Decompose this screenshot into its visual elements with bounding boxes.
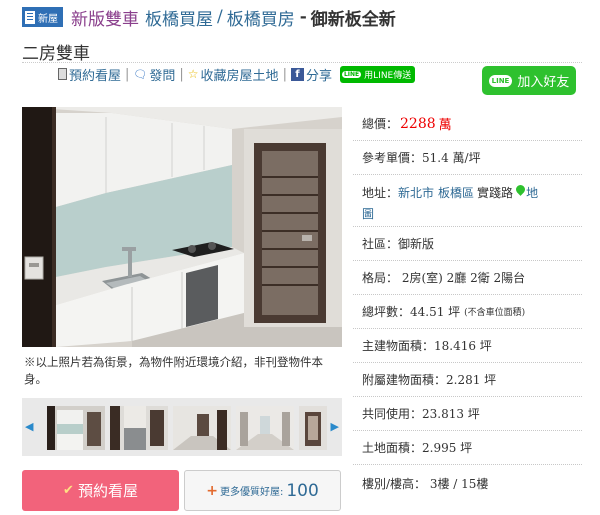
spec-total-area: 總坪數：44.51 坪 (不含車位面積): [353, 295, 582, 329]
spec-land-area: 土地面積：2.995 坪: [353, 431, 582, 465]
thumbnail[interactable]: [173, 406, 231, 450]
map-link[interactable]: 地: [526, 185, 538, 202]
total-area-label: 總坪數：44.51 坪: [362, 305, 461, 319]
listing-title: 新屋 新版雙車 板橋買屋 / 板橋買房 - 御新板全新 二房雙車: [22, 5, 582, 64]
address-road: 實踐路: [477, 186, 514, 200]
thumbnail-strip: ◀ ▶: [22, 398, 342, 456]
line-share-button[interactable]: LINE 用LINE傳送: [339, 65, 416, 83]
spec-price: 總價： 2288 萬: [353, 107, 582, 141]
main-photo[interactable]: [22, 107, 342, 347]
spec-layout: 格局： 2房(室) 2廳 2衛 2陽台: [353, 261, 582, 295]
thumbnail-image: [173, 406, 231, 450]
title-name-part2: 二房雙車: [22, 44, 90, 64]
thumbnail-image: [110, 406, 168, 450]
thumbnail[interactable]: [299, 406, 327, 450]
title-link-buy-house[interactable]: 板橋買屋: [145, 5, 213, 30]
plus-icon: +: [206, 482, 218, 499]
action-separator: |: [179, 66, 184, 82]
book-viewing-label: 預約看屋: [77, 482, 138, 500]
more-listings-button[interactable]: + 更多優質好屋: 100: [184, 470, 341, 511]
more-listings-count: 100: [286, 480, 319, 501]
favorite-label: 收藏房屋土地: [200, 68, 279, 84]
title-separator: /: [217, 7, 223, 27]
book-viewing-button[interactable]: ✔ 預約看屋: [22, 470, 179, 511]
line-add-friend-button[interactable]: LINE 加入好友: [482, 66, 576, 95]
book-icon: [58, 68, 67, 80]
price-unit: 萬: [438, 118, 452, 133]
map-link-cont[interactable]: 圖: [362, 206, 582, 223]
title-name-part1: 御新板全新: [310, 9, 396, 30]
map-pin-icon[interactable]: [514, 183, 527, 196]
new-badge-label: 新屋: [38, 13, 58, 25]
action-links: 預約看屋 | 🗨 發問 | ☆ 收藏房屋土地 | f 分享 LINE 用LINE…: [58, 64, 416, 84]
title-region: 新版雙車: [71, 9, 139, 30]
thumbnail[interactable]: [47, 406, 105, 450]
line-share-label: 用LINE傳送: [364, 70, 412, 81]
total-area-note: (不含車位面積): [464, 308, 526, 318]
address-district-link[interactable]: 板橋區: [438, 185, 474, 202]
building-icon: [25, 10, 35, 24]
action-separator: |: [125, 66, 130, 82]
checkmark-icon: ✔: [63, 483, 74, 498]
facebook-share-link[interactable]: f 分享: [290, 65, 332, 84]
thumbnail-image: [236, 406, 294, 450]
new-badge: 新屋: [22, 7, 63, 27]
facebook-icon: f: [290, 67, 304, 81]
spec-attached-area: 附屬建物面積：2.281 坪: [353, 363, 582, 397]
thumbnail[interactable]: [236, 406, 294, 450]
book-view-label: 預約看屋: [69, 68, 122, 84]
ask-label: 發問: [149, 68, 176, 84]
kitchen-photo: [22, 107, 342, 347]
add-friend-label: 加入好友: [517, 75, 570, 90]
address-label: 地址：: [362, 186, 399, 200]
title-dash: -: [299, 7, 307, 27]
price-value: 2288: [400, 115, 436, 132]
price-label: 總價：: [362, 117, 399, 131]
title-divider: [22, 62, 582, 63]
address-city-link[interactable]: 新北市: [398, 185, 434, 202]
spec-main-area: 主建物面積：18.416 坪: [353, 329, 582, 363]
action-separator: |: [282, 66, 287, 82]
book-view-link[interactable]: 預約看屋: [58, 65, 121, 84]
spec-address: 地址： 新北市 板橋區 實踐路 地 圖: [353, 175, 582, 227]
photo-caption: ※以上照片若為街景，為物件附近環境介紹，非刊登物件本身。: [24, 355, 323, 386]
favorite-link[interactable]: ☆ 收藏房屋土地: [188, 65, 279, 84]
line-logo-icon: LINE: [341, 70, 362, 78]
spec-community: 社區：御新版: [353, 227, 582, 261]
star-icon: ☆: [187, 67, 199, 81]
thumbnail-image: [299, 406, 327, 450]
more-listings-label: 更多優質好屋:: [219, 487, 284, 498]
title-link-buy-home[interactable]: 板橋買房: [227, 5, 295, 30]
arrow-left-icon[interactable]: ◀: [25, 420, 33, 433]
thumbnail[interactable]: [110, 406, 168, 450]
spec-common-area: 共同使用：23.813 坪: [353, 397, 582, 431]
spec-unit-price: 參考單價：51.4 萬/坪: [353, 141, 582, 175]
line-logo-icon: LINE: [488, 74, 513, 87]
arrow-right-icon[interactable]: ▶: [331, 420, 339, 433]
ask-link[interactable]: 🗨 發問: [133, 65, 175, 84]
chat-bubble-icon: 🗨: [133, 67, 148, 81]
spec-list: 總價： 2288 萬 參考單價：51.4 萬/坪 地址： 新北市 板橋區 實踐路…: [353, 107, 582, 501]
thumbnail-image: [47, 406, 105, 450]
spec-floor: 樓別/樓高： 3樓 / 15樓: [362, 476, 489, 491]
share-label: 分享: [305, 68, 332, 84]
